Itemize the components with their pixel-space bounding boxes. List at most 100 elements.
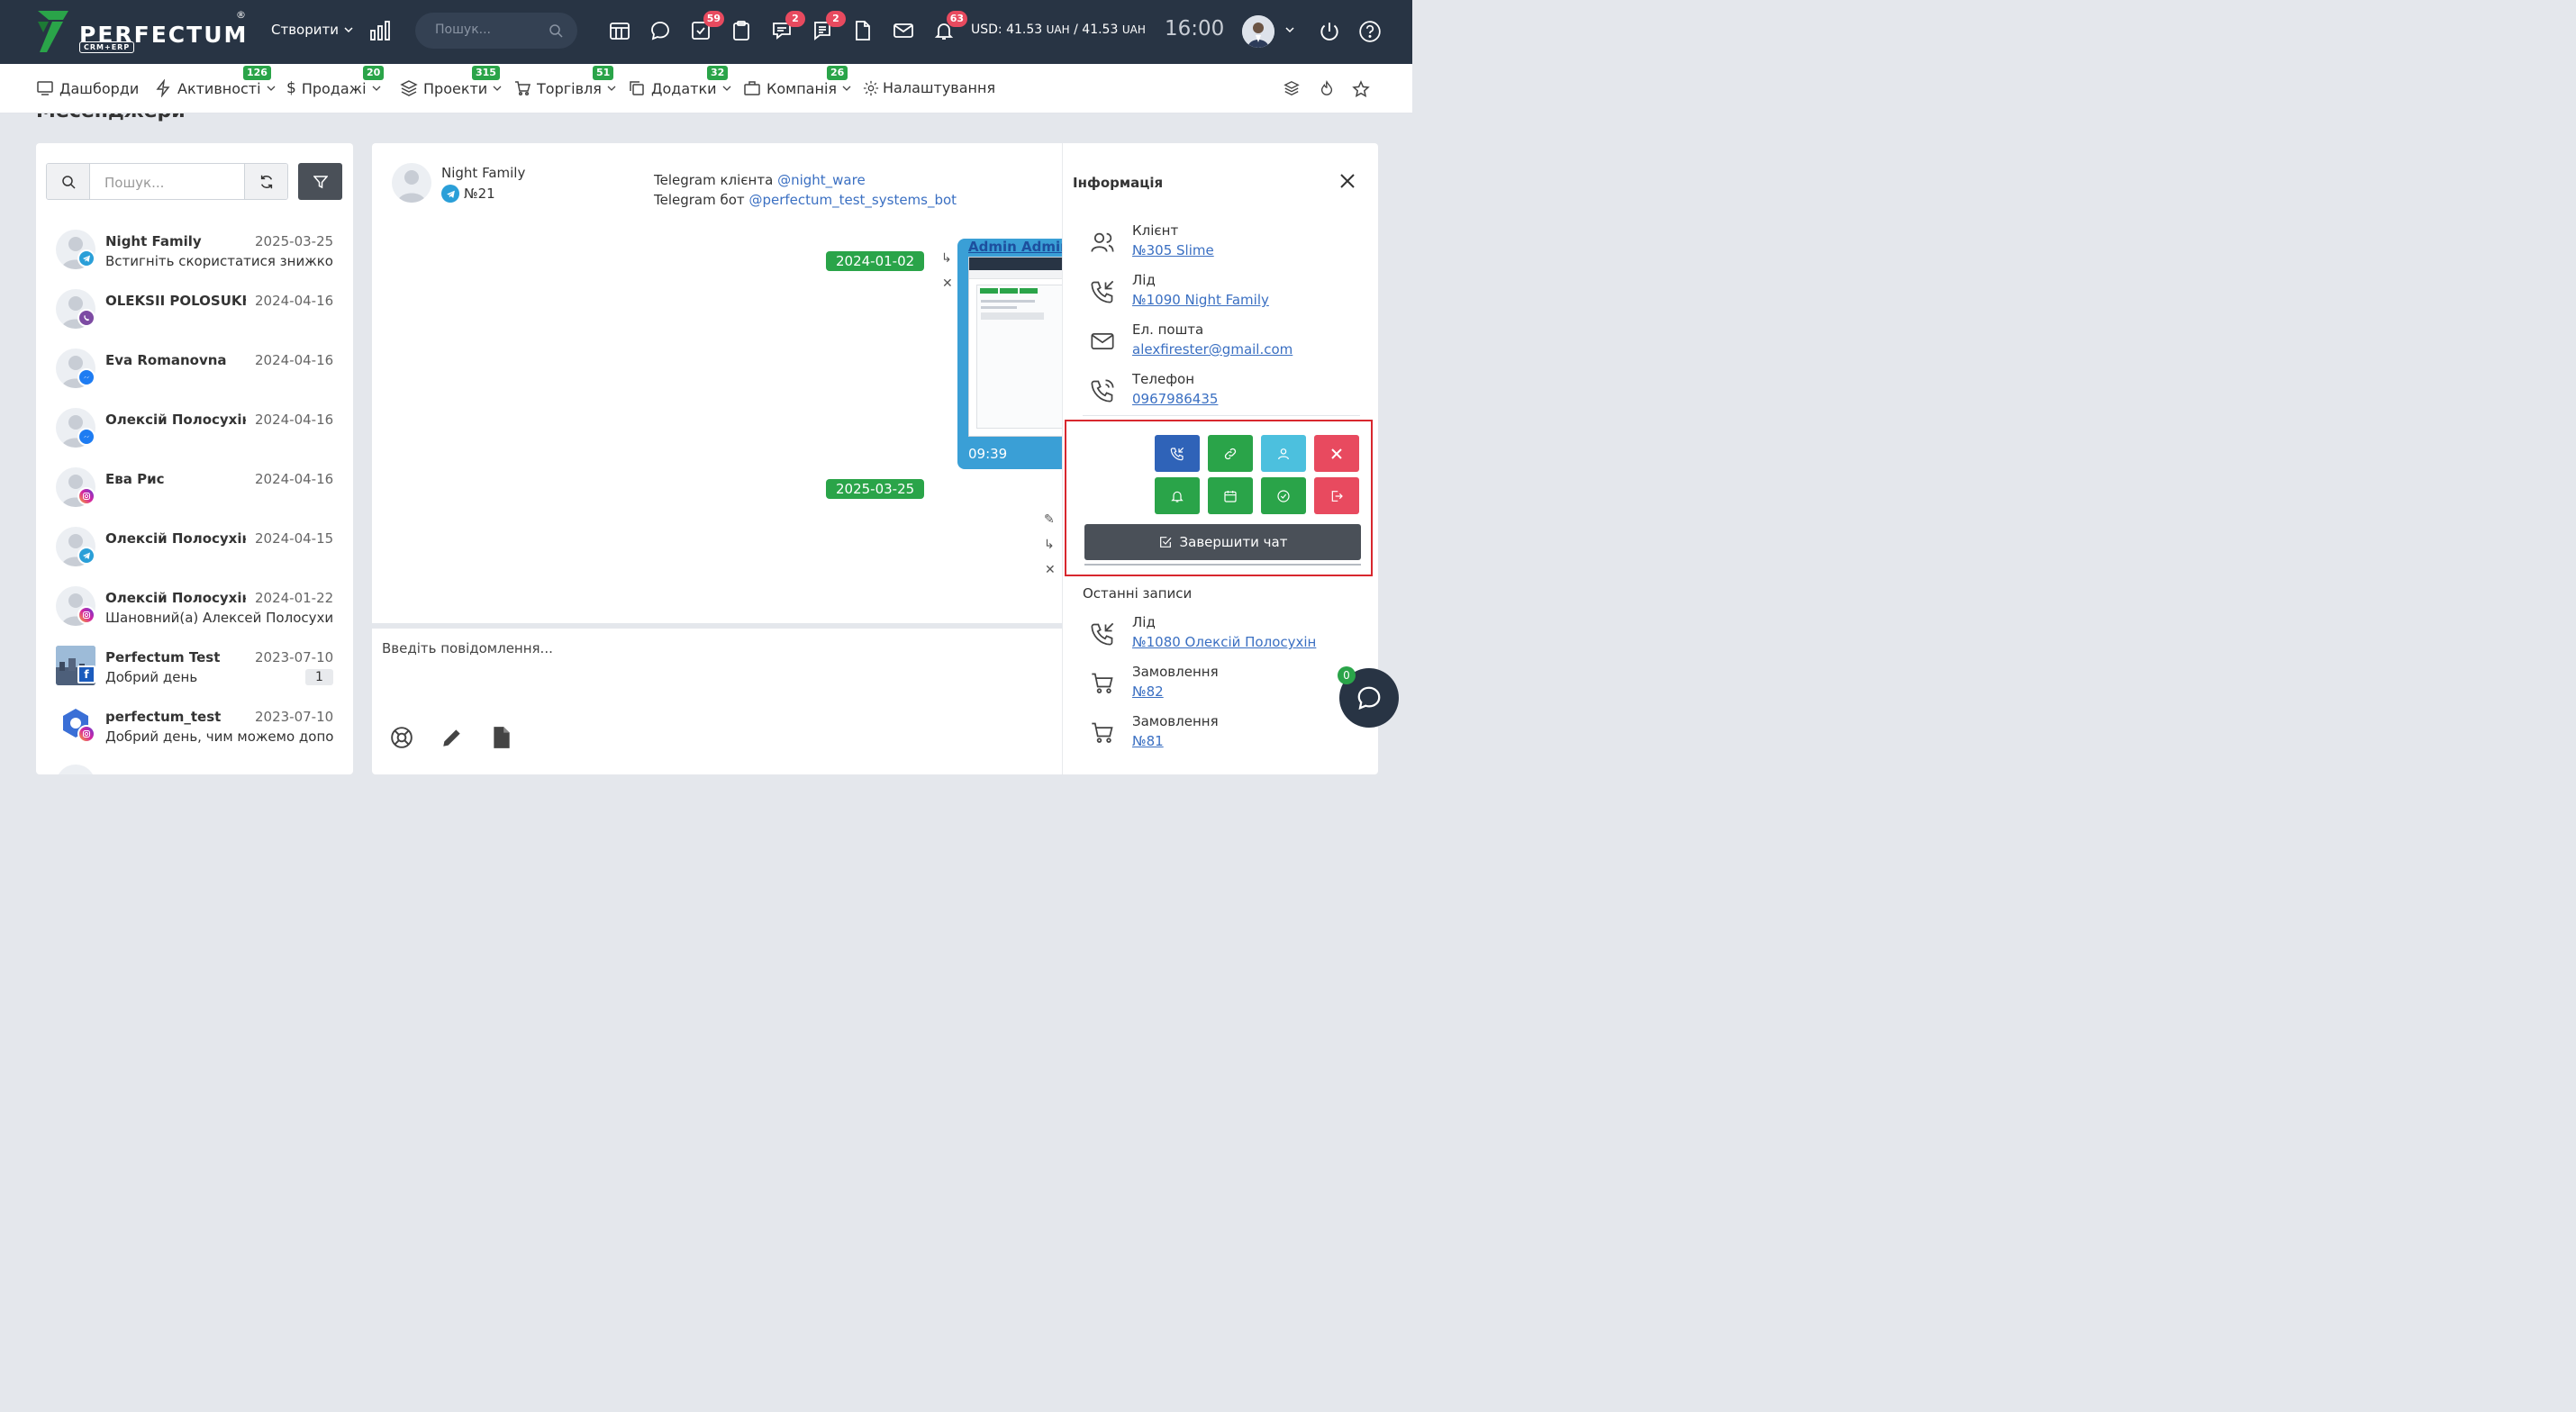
notifications-badge: 63 xyxy=(946,11,967,27)
gear-icon xyxy=(863,80,879,95)
nav-label: Активності xyxy=(177,79,261,97)
close-icon[interactable]: ✕ xyxy=(1045,563,1056,577)
close-icon[interactable]: ✕ xyxy=(942,276,953,291)
divider xyxy=(1083,415,1360,416)
email-link[interactable]: alexfirester@gmail.com xyxy=(1132,341,1293,358)
briefcase-icon xyxy=(744,81,760,95)
tasks-icon[interactable]: 59 xyxy=(690,11,724,43)
create-dropdown[interactable]: Створити xyxy=(271,22,353,38)
lifebuoy-icon[interactable] xyxy=(390,726,413,749)
instagram-icon xyxy=(77,725,95,743)
mail-icon[interactable] xyxy=(893,20,916,43)
nav-sales[interactable]: $ Продажі 20 xyxy=(286,66,385,97)
user-avatar[interactable] xyxy=(1242,15,1274,48)
currency-value-2: 41.53 xyxy=(1082,23,1119,37)
calendar-table-icon[interactable] xyxy=(609,20,632,43)
conversation-item[interactable]: Олексій Полосухін 2024-04-15 xyxy=(54,525,342,579)
conversation-item[interactable]: perfectum_test 2023-07-10 Добрий день, ч… xyxy=(54,703,342,757)
nav-activities[interactable]: Активності 126 xyxy=(154,66,276,97)
conversation-item[interactable]: Eva Romanovna 2024-04-16 xyxy=(54,347,342,401)
file-icon[interactable] xyxy=(491,726,512,749)
notes-icon[interactable]: 2 xyxy=(812,11,846,43)
edit-icon[interactable]: ✎ xyxy=(1044,512,1055,527)
tg-bot-link[interactable]: @perfectum_test_systems_bot xyxy=(748,192,957,208)
tg-client-link[interactable]: @night_ware xyxy=(777,172,866,188)
filter-button[interactable] xyxy=(298,163,342,200)
nav-label: Дашборди xyxy=(59,79,140,97)
info-email: Ел. пошта alexfirester@gmail.com xyxy=(1090,321,1360,367)
floating-chat-button[interactable]: 0 xyxy=(1338,666,1399,728)
help-icon[interactable] xyxy=(1358,20,1382,43)
end-chat-button[interactable]: Завершити чат xyxy=(1084,524,1361,560)
star-icon[interactable] xyxy=(1352,80,1370,98)
nav-label: Налаштування xyxy=(883,79,996,96)
conversation-item[interactable]: f Perfectum Test 2023-07-10 Добрий день … xyxy=(54,644,342,698)
document-icon[interactable] xyxy=(852,20,875,43)
client-link[interactable]: №305 Slime xyxy=(1132,242,1214,258)
dollar-icon: $ xyxy=(286,79,296,97)
power-icon[interactable] xyxy=(1318,20,1341,43)
reply-icon[interactable]: ↳ xyxy=(1044,538,1055,552)
perfectum-logo[interactable]: PERFECTUM ® CRM+ERP xyxy=(36,9,252,54)
close-icon[interactable] xyxy=(1338,172,1356,190)
conversation-item[interactable]: Олексій Полосухін 2024-04-16 xyxy=(54,406,342,460)
conversation-item[interactable]: Ева Рис 2024-04-16 xyxy=(54,466,342,520)
conversation-item[interactable] xyxy=(54,763,342,774)
create-lead-button[interactable] xyxy=(1155,435,1200,472)
chevron-down-icon xyxy=(493,86,502,91)
conversation-item[interactable]: Night Family 2025-03-25 Встигніть скорис… xyxy=(54,228,342,282)
recent-link[interactable]: №81 xyxy=(1132,733,1164,749)
reminder-button[interactable] xyxy=(1155,477,1200,514)
fire-icon[interactable] xyxy=(1319,80,1335,96)
nav-addons[interactable]: Додатки 32 xyxy=(628,66,731,97)
nav-settings[interactable]: Налаштування xyxy=(863,79,995,96)
global-search-input[interactable]: Пошук... xyxy=(415,13,577,49)
pencil-icon[interactable] xyxy=(440,726,464,749)
phone-incoming-icon xyxy=(1091,622,1114,646)
nav-trade[interactable]: Торгівля 51 xyxy=(513,66,616,97)
layers-icon[interactable] xyxy=(1283,80,1300,96)
refresh-icon[interactable] xyxy=(244,164,287,199)
client-label: Клієнт xyxy=(1132,222,1179,239)
notes-badge: 2 xyxy=(826,11,846,27)
chat-bubble-icon xyxy=(1357,686,1381,711)
logout-icon xyxy=(1331,490,1343,502)
chat-bubble-icon[interactable] xyxy=(649,20,673,43)
phone-icon xyxy=(1091,379,1114,403)
reply-icon[interactable]: ↳ xyxy=(941,251,952,266)
contact-avatar xyxy=(392,163,431,203)
clipboard-icon[interactable] xyxy=(730,20,754,43)
nav-company[interactable]: Компанія 26 xyxy=(743,66,851,97)
conversation-preview: Встигніть скористатися знижкою! Г xyxy=(105,253,334,269)
nav-dashboards[interactable]: Дашборди xyxy=(36,79,139,97)
comments-icon[interactable]: 2 xyxy=(771,11,805,43)
task-button[interactable] xyxy=(1261,477,1306,514)
phone-link[interactable]: 0967986435 xyxy=(1132,391,1218,407)
user-icon xyxy=(1278,448,1289,459)
chevron-down-icon[interactable] xyxy=(1284,24,1295,35)
nav-projects[interactable]: Проекти 315 xyxy=(400,66,502,97)
message-input[interactable]: Введіть повідомлення... xyxy=(382,640,553,656)
recent-link[interactable]: №1080 Олексій Полосухін xyxy=(1132,634,1316,650)
phone-incoming-icon xyxy=(1170,447,1184,460)
conversation-search-input[interactable]: Пошук... xyxy=(90,164,244,199)
divider xyxy=(1084,564,1361,566)
lead-link[interactable]: №1090 Night Family xyxy=(1132,292,1269,308)
search-icon[interactable] xyxy=(47,164,90,199)
message-image[interactable]: Admin Admin 09:39 xyxy=(957,239,1062,469)
conversation-item[interactable]: OLEKSII POLOSUKHIN 2024-04-16 xyxy=(54,287,342,341)
comments-badge: 2 xyxy=(785,11,805,27)
bar-chart-icon[interactable] xyxy=(369,20,393,43)
conversation-name: Perfectum Test xyxy=(105,649,221,665)
bell-icon[interactable]: 63 xyxy=(933,11,967,43)
conversation-item[interactable]: Олексій Полосухін 2024-01-22 Шановний(а)… xyxy=(54,584,342,638)
calendar-button[interactable] xyxy=(1208,477,1253,514)
delete-button[interactable] xyxy=(1314,435,1359,472)
exit-button[interactable] xyxy=(1314,477,1359,514)
conversation-name: OLEKSII POLOSUKHIN xyxy=(105,293,246,309)
recent-link[interactable]: №82 xyxy=(1132,683,1164,700)
link-button[interactable] xyxy=(1208,435,1253,472)
instagram-icon xyxy=(77,487,95,505)
contact-button[interactable] xyxy=(1261,435,1306,472)
logo-registered: ® xyxy=(236,9,246,21)
